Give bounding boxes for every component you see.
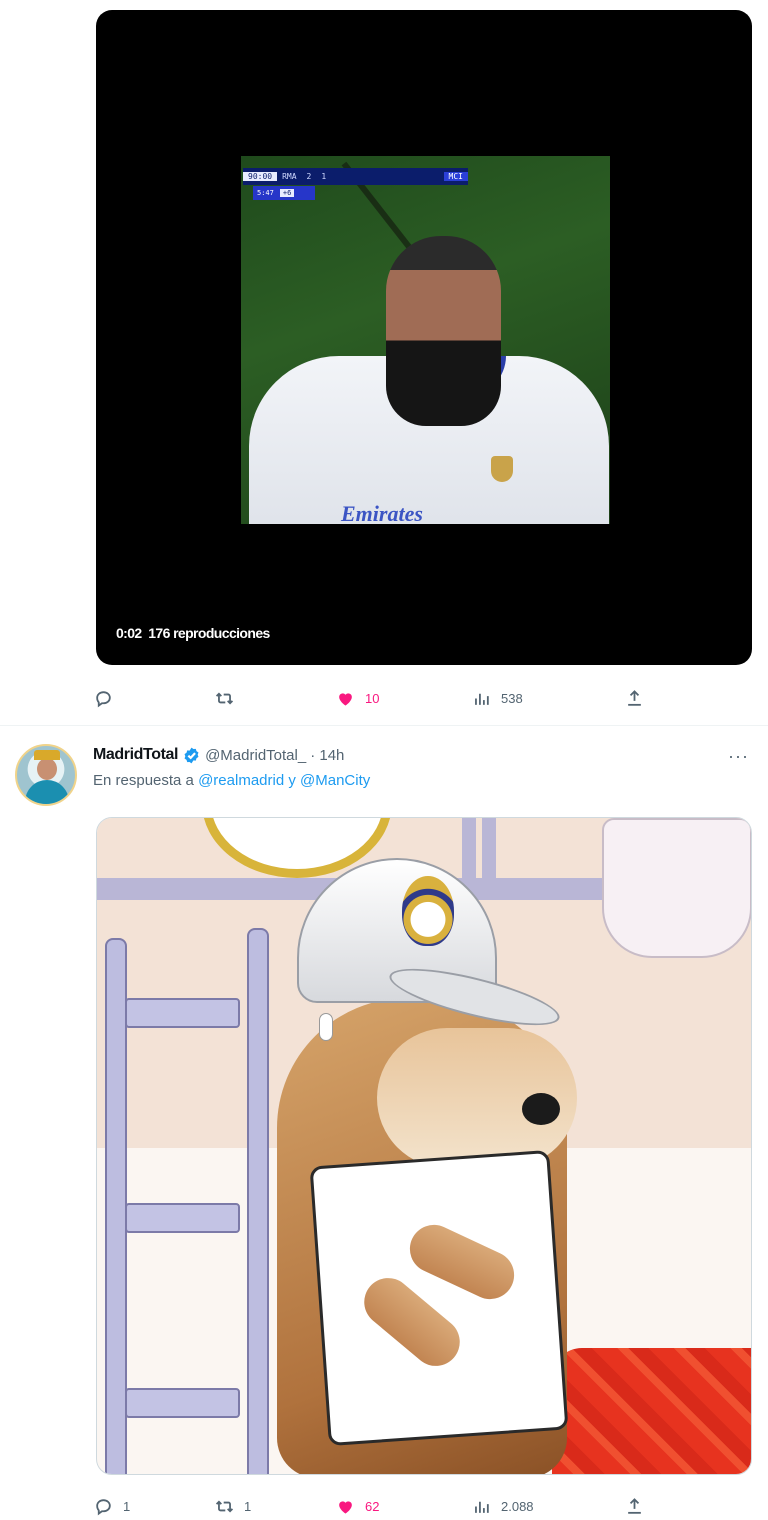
scorebug-added-time: 5:47 +6 (253, 186, 315, 200)
tweet2-image[interactable] (96, 817, 752, 1475)
tweet2-action-bar: 1 1 62 2.088 (92, 1494, 652, 1518)
tweet-divider (0, 725, 768, 726)
video-meta: 0:02 176 reproducciones (116, 625, 270, 641)
views-icon (472, 689, 491, 708)
avatar[interactable] (15, 744, 77, 806)
shirt-crest (491, 456, 513, 482)
video-views: 176 reproducciones (148, 625, 270, 641)
like-button[interactable]: 10 (336, 686, 379, 710)
added-time-minutes: +6 (279, 189, 295, 197)
scorebug-home: RMA (282, 172, 297, 181)
avatar-head (37, 758, 57, 780)
like-count: 62 (365, 1498, 380, 1514)
retweet-icon (215, 689, 234, 708)
meme-dog-nose (522, 1093, 560, 1125)
meme-window-post (482, 818, 496, 898)
tweet2-author-row: MadridTotal @MadridTotal_ · 14h (93, 742, 344, 768)
share-button[interactable] (625, 686, 644, 710)
reply-prefix: En respuesta a (93, 772, 199, 789)
mention-realmadrid[interactable]: @realmadrid (198, 772, 284, 789)
reply-button[interactable] (94, 686, 123, 710)
meme-blanket (552, 1348, 751, 1474)
share-icon (625, 1497, 644, 1516)
views-count: 2.088 (501, 1498, 534, 1514)
reply-icon (94, 689, 113, 708)
meme-ladder-rung (125, 1203, 240, 1233)
reply-joiner: y (284, 772, 301, 789)
retweet-icon (215, 1497, 234, 1516)
share-icon (625, 689, 644, 708)
meme-pillow (309, 1149, 569, 1447)
meme-ladder-rail (105, 938, 127, 1474)
views-button[interactable]: 538 (472, 686, 523, 710)
scorebug: 90:00 RMA 2 1 MCI (243, 168, 468, 185)
tweet-time[interactable]: · 14h (310, 747, 344, 764)
meme-bag (602, 818, 751, 958)
player-head (386, 236, 501, 426)
like-count: 10 (365, 690, 380, 706)
reply-context: En respuesta a @realmadrid y @ManCity (93, 772, 370, 789)
meme-ladder-rung (125, 998, 240, 1028)
avatar-body (25, 780, 69, 804)
heart-icon (339, 692, 352, 706)
retweet-count: 1 (244, 1498, 252, 1514)
avatar-crown (34, 750, 60, 760)
retweet-button[interactable] (215, 686, 244, 710)
meme-ladder-rail (247, 928, 269, 1474)
verified-badge-icon (184, 747, 199, 763)
scorebug-away: MCI (443, 172, 468, 181)
tweet1-video[interactable]: Emirates 90:00 RMA 2 1 MCI 5:47 +6 0:02 … (96, 10, 752, 665)
views-button[interactable]: 2.088 (472, 1494, 534, 1518)
views-count: 538 (501, 690, 523, 706)
video-duration: 0:02 (116, 625, 142, 641)
share-button[interactable] (625, 1494, 644, 1518)
scorebug-score-away: 1 (321, 172, 327, 181)
scorebug-clock: 90:00 (243, 172, 278, 181)
like-button[interactable]: 62 (336, 1494, 379, 1518)
shirt-sponsor: Emirates (341, 501, 423, 524)
scorebug-score-home: 2 (306, 172, 312, 181)
meme-cap-crest (402, 876, 454, 946)
mention-mancity[interactable]: @ManCity (300, 772, 370, 789)
author-handle[interactable]: @MadridTotal_ (205, 747, 306, 764)
reply-count: 1 (123, 1498, 131, 1514)
video-frame: Emirates 90:00 RMA 2 1 MCI 5:47 +6 (241, 156, 610, 524)
reply-button[interactable]: 1 (94, 1494, 130, 1518)
retweet-button[interactable]: 1 (215, 1494, 251, 1518)
added-time-clock: 5:47 (257, 189, 274, 197)
heart-icon (339, 1500, 352, 1514)
reply-icon (94, 1497, 113, 1516)
author-name[interactable]: MadridTotal (93, 746, 178, 764)
tweet1-action-bar: 10 538 (92, 686, 652, 710)
meme-earbud (319, 1013, 333, 1041)
more-icon[interactable]: ··· (728, 746, 749, 767)
meme-ladder-rung (125, 1388, 240, 1418)
views-icon (472, 1497, 491, 1516)
